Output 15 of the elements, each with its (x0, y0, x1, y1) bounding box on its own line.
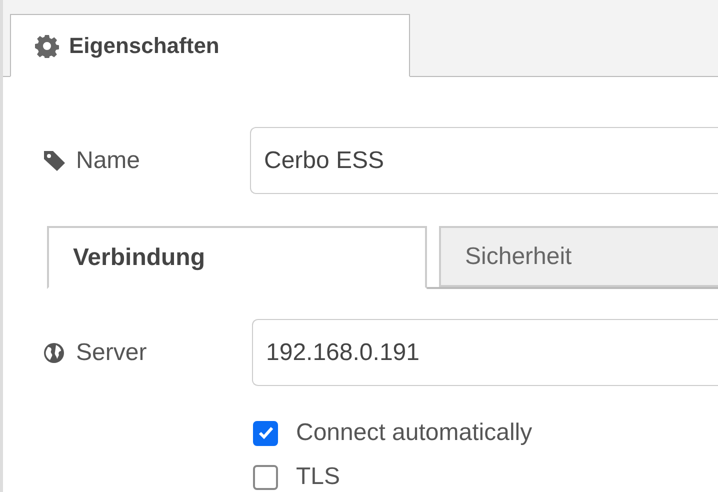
tab[interactable]: Sicherheit (439, 226, 718, 287)
globe-icon (43, 342, 65, 364)
checkbox[interactable] (253, 420, 278, 446)
checkbox[interactable] (253, 464, 278, 490)
name-label: Name (76, 146, 142, 176)
gear-icon (35, 34, 59, 58)
tag-icon (43, 150, 67, 172)
check-icon (256, 424, 274, 442)
properties-tab[interactable]: Eigenschaften (10, 14, 410, 77)
option-label: Connect automatically (296, 418, 532, 448)
option-label: TLS (296, 462, 340, 492)
server-field[interactable]: 192.168.0.191 (252, 319, 718, 386)
tab[interactable]: Verbindung (47, 226, 427, 289)
name-field[interactable]: Cerbo ESS (250, 127, 718, 194)
server-label: Server (76, 338, 148, 368)
